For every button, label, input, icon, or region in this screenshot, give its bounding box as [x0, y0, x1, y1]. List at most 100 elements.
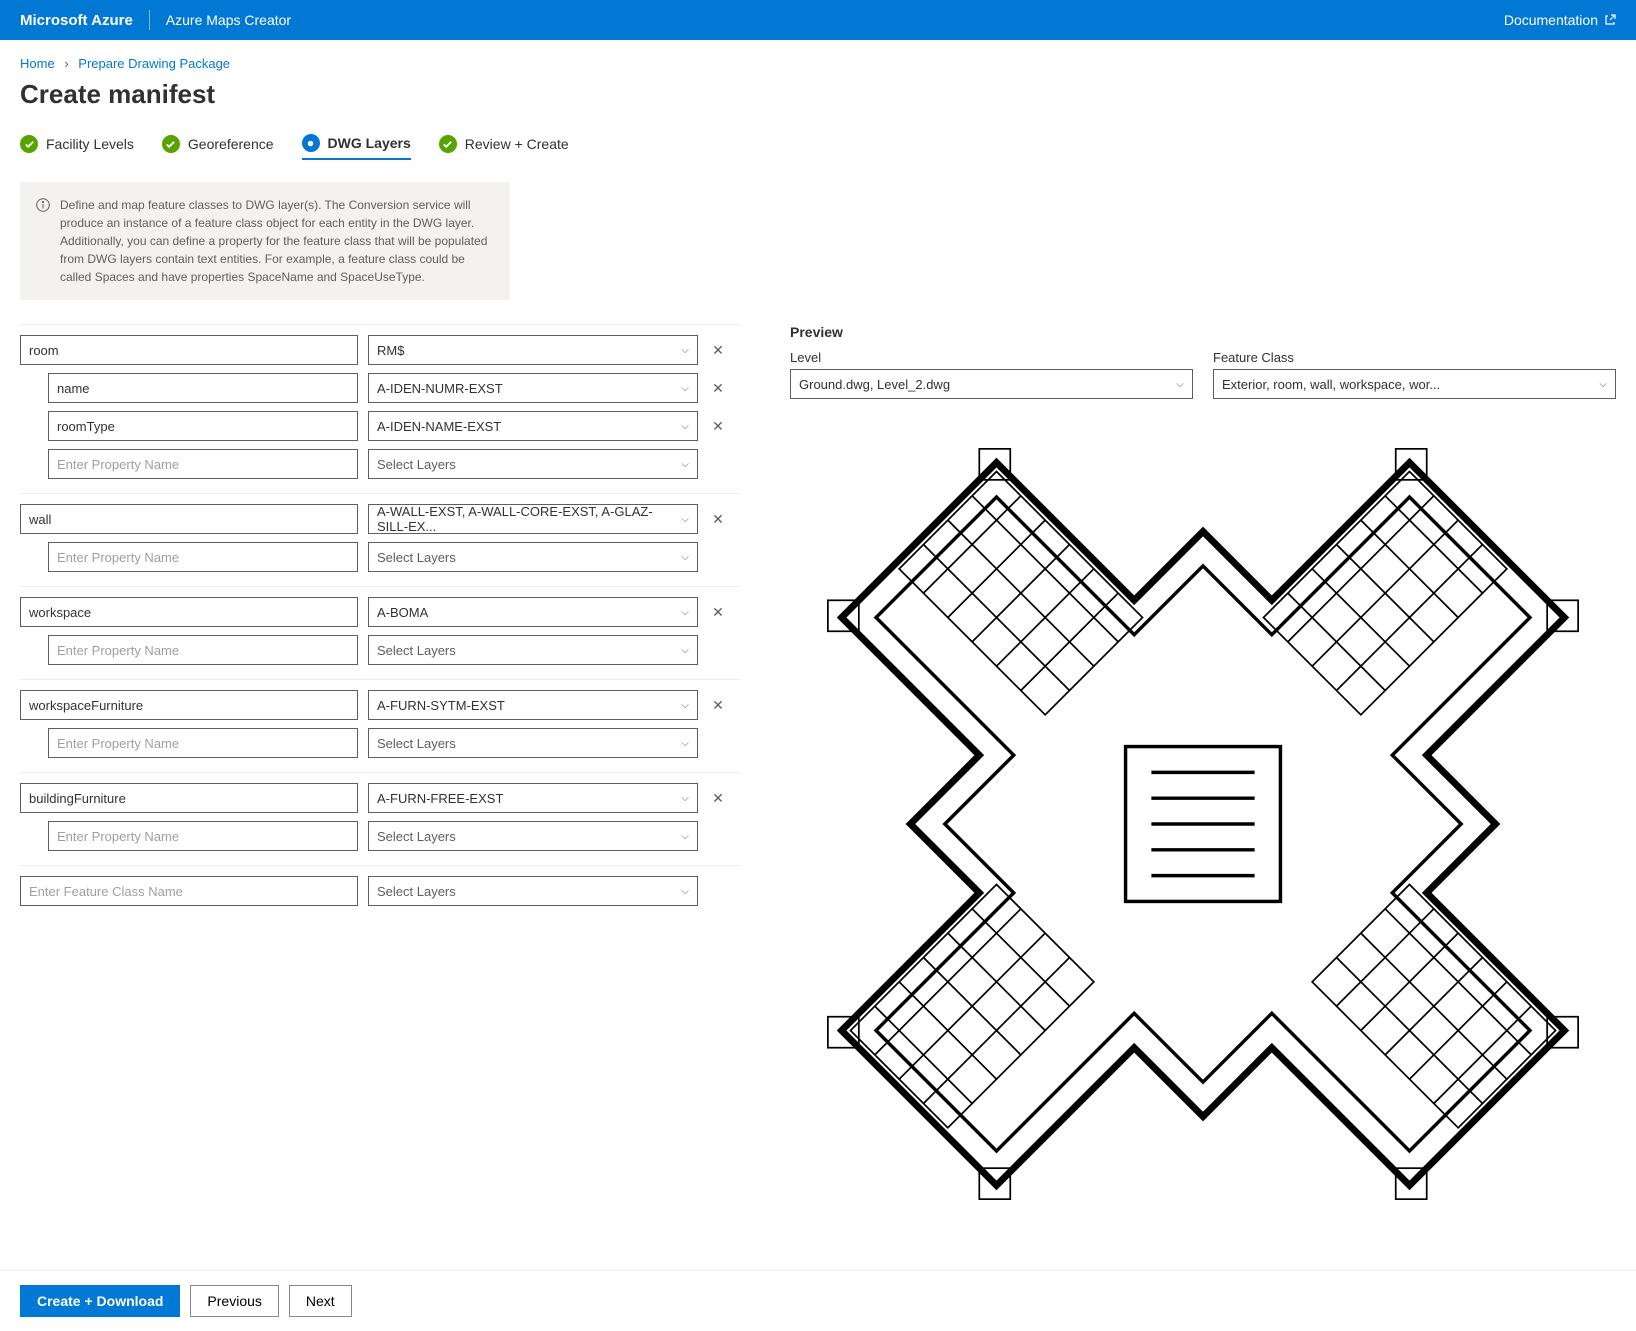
step-georeference[interactable]: Georeference — [162, 135, 274, 159]
breadcrumb-current[interactable]: Prepare Drawing Package — [78, 56, 230, 71]
wizard-steps: Facility Levels Georeference DWG Layers … — [20, 134, 1616, 160]
feature-class-label: Feature Class — [1213, 350, 1616, 365]
remove-button[interactable]: ✕ — [708, 788, 728, 808]
bottom-action-bar: Create + Download Previous Next — [0, 1270, 1636, 1331]
chevron-down-icon: ⌵ — [681, 700, 689, 711]
remove-button[interactable]: ✕ — [708, 509, 728, 529]
chevron-down-icon: ⌵ — [681, 421, 689, 432]
layer-select[interactable]: Select Layers ⌵ — [368, 635, 698, 665]
chevron-down-icon: ⌵ — [681, 645, 689, 656]
layer-select-value: A-IDEN-NAME-EXST — [377, 419, 501, 434]
feature-class-name-input[interactable] — [20, 876, 358, 906]
documentation-link[interactable]: Documentation — [1504, 12, 1616, 28]
layer-select[interactable]: Select Layers ⌵ — [368, 876, 698, 906]
remove-button[interactable]: ✕ — [708, 378, 728, 398]
feature-class-name-input[interactable] — [20, 597, 358, 627]
feature-class-name-input[interactable] — [20, 690, 358, 720]
layer-select[interactable]: A-BOMA ⌵ — [368, 597, 698, 627]
feature-class-form: RM$⌵ ✕ A-IDEN-NUMR-EXST⌵ ✕ A-IDEN-NAME-E… — [20, 324, 740, 1240]
level-select-value: Ground.dwg, Level_2.dwg — [799, 377, 950, 392]
page-title: Create manifest — [20, 79, 1616, 110]
feature-class-select-value: Exterior, room, wall, workspace, wor... — [1222, 377, 1440, 392]
floor-plan-preview[interactable] — [790, 411, 1616, 1240]
level-label: Level — [790, 350, 1193, 365]
property-name-input[interactable] — [48, 635, 358, 665]
brand-name: Microsoft Azure — [20, 12, 133, 29]
remove-button[interactable]: ✕ — [708, 602, 728, 622]
remove-button[interactable]: ✕ — [708, 416, 728, 436]
feature-class-select[interactable]: Exterior, room, wall, workspace, wor... ⌵ — [1213, 369, 1616, 399]
external-link-icon — [1604, 14, 1616, 26]
step-facility-levels[interactable]: Facility Levels — [20, 135, 134, 159]
feature-class-group: A-FURN-SYTM-EXST⌵ ✕ Select Layers⌵ — [20, 679, 740, 772]
feature-class-group: A-BOMA ⌵ ✕ Select Layers ⌵ — [20, 586, 740, 679]
chevron-down-icon: ⌵ — [1599, 379, 1607, 390]
feature-class-group: RM$⌵ ✕ A-IDEN-NUMR-EXST⌵ ✕ A-IDEN-NAME-E… — [20, 324, 740, 493]
layer-select[interactable]: A-FURN-FREE-EXST ⌵ — [368, 783, 698, 813]
checkmark-icon — [162, 135, 180, 153]
property-name-input[interactable] — [48, 411, 358, 441]
layer-select[interactable]: Select Layers⌵ — [368, 821, 698, 851]
step-label: Georeference — [188, 136, 274, 152]
layer-select-placeholder: Select Layers — [377, 643, 456, 658]
feature-class-name-input[interactable] — [20, 335, 358, 365]
feature-class-name-input[interactable] — [20, 504, 358, 534]
property-name-input[interactable] — [48, 728, 358, 758]
layer-select-placeholder: Select Layers — [377, 457, 456, 472]
header-divider — [149, 10, 150, 30]
layer-select-placeholder: Select Layers — [377, 550, 456, 565]
breadcrumb: Home › Prepare Drawing Package — [20, 56, 1616, 71]
chevron-down-icon: ⌵ — [681, 514, 689, 525]
layer-select[interactable]: A-IDEN-NAME-EXST ⌵ — [368, 411, 698, 441]
property-name-input[interactable] — [48, 449, 358, 479]
remove-button[interactable]: ✕ — [708, 695, 728, 715]
top-bar: Microsoft Azure Azure Maps Creator Docum… — [0, 0, 1636, 40]
chevron-down-icon: ⌵ — [681, 793, 689, 804]
property-name-input[interactable] — [48, 542, 358, 572]
preview-panel: Preview Level Ground.dwg, Level_2.dwg⌵ F… — [790, 324, 1616, 1240]
chevron-down-icon: ⌵ — [1176, 379, 1184, 390]
chevron-down-icon: ⌵ — [681, 886, 689, 897]
feature-class-group: A-WALL-EXST, A-WALL-CORE-EXST, A-GLAZ-SI… — [20, 493, 740, 586]
layer-select-value: A-FURN-FREE-EXST — [377, 791, 503, 806]
remove-button[interactable]: ✕ — [708, 340, 728, 360]
layer-select-value: A-BOMA — [377, 605, 428, 620]
create-download-button[interactable]: Create + Download — [20, 1285, 180, 1317]
chevron-down-icon: ⌵ — [681, 383, 689, 394]
info-callout: Define and map feature classes to DWG la… — [20, 182, 510, 300]
layer-select[interactable]: A-WALL-EXST, A-WALL-CORE-EXST, A-GLAZ-SI… — [368, 504, 698, 534]
property-name-input[interactable] — [48, 373, 358, 403]
layer-select-value: A-WALL-EXST, A-WALL-CORE-EXST, A-GLAZ-SI… — [377, 504, 681, 534]
layer-select-placeholder: Select Layers — [377, 829, 456, 844]
level-select[interactable]: Ground.dwg, Level_2.dwg ⌵ — [790, 369, 1193, 399]
breadcrumb-separator: › — [64, 56, 68, 71]
layer-select-placeholder: Select Layers — [377, 736, 456, 751]
layer-select[interactable]: RM$⌵ — [368, 335, 698, 365]
step-dwg-layers[interactable]: DWG Layers — [302, 134, 411, 160]
breadcrumb-home[interactable]: Home — [20, 56, 55, 71]
layer-select-placeholder: Select Layers — [377, 884, 456, 899]
checkmark-icon — [439, 135, 457, 153]
chevron-down-icon: ⌵ — [681, 552, 689, 563]
layer-select[interactable]: A-IDEN-NUMR-EXST⌵ — [368, 373, 698, 403]
step-label: Review + Create — [465, 136, 569, 152]
step-label: Facility Levels — [46, 136, 134, 152]
chevron-down-icon: ⌵ — [681, 607, 689, 618]
product-name: Azure Maps Creator — [166, 12, 291, 28]
layer-select[interactable]: Select Layers⌵ — [368, 728, 698, 758]
feature-class-name-input[interactable] — [20, 783, 358, 813]
previous-button[interactable]: Previous — [190, 1285, 278, 1317]
step-review-create[interactable]: Review + Create — [439, 135, 569, 159]
next-button[interactable]: Next — [289, 1285, 352, 1317]
property-name-input[interactable] — [48, 821, 358, 851]
info-text: Define and map feature classes to DWG la… — [60, 196, 494, 286]
layer-select[interactable]: Select Layers ⌵ — [368, 542, 698, 572]
info-icon — [36, 198, 50, 286]
feature-class-group: A-FURN-FREE-EXST ⌵ ✕ Select Layers⌵ — [20, 772, 740, 865]
feature-class-group: Select Layers ⌵ — [20, 865, 740, 920]
chevron-down-icon: ⌵ — [681, 345, 689, 356]
layer-select[interactable]: A-FURN-SYTM-EXST⌵ — [368, 690, 698, 720]
documentation-link-label: Documentation — [1504, 12, 1598, 28]
layer-select[interactable]: Select Layers⌵ — [368, 449, 698, 479]
step-label: DWG Layers — [328, 135, 411, 151]
